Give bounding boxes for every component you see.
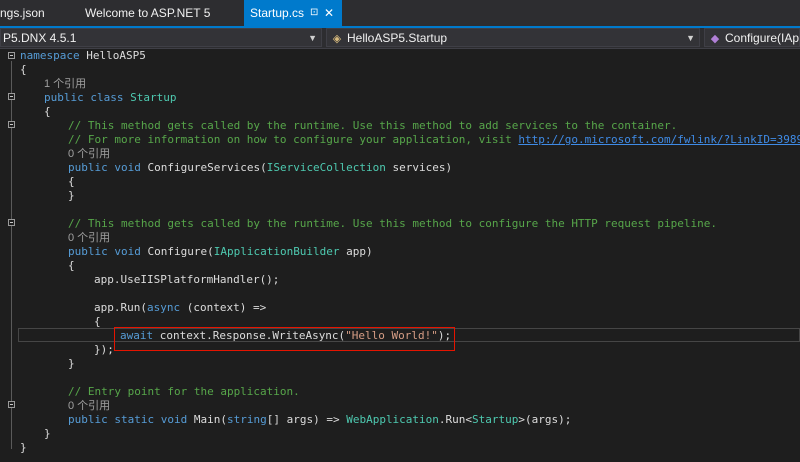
type-dropdown[interactable]: ◈ HelloASP5.Startup ▼: [326, 28, 700, 47]
brace: }: [68, 357, 75, 370]
parameter: services): [385, 161, 453, 174]
keyword: public void: [68, 161, 141, 174]
brace: }: [20, 441, 27, 454]
member-dropdown[interactable]: ◆ Configure(IAp: [704, 28, 800, 47]
collapse-icon[interactable]: [8, 219, 15, 226]
chevron-down-icon: ▼: [308, 33, 317, 43]
keyword: namespace: [20, 49, 80, 62]
code-line: }: [68, 189, 75, 203]
brace: }: [44, 427, 51, 440]
tab-startup-cs[interactable]: Startup.cs ⊡ ✕: [244, 0, 342, 26]
code-line: });: [94, 343, 114, 356]
keyword: public void: [68, 245, 141, 258]
tab-label: Welcome to ASP.NET 5: [85, 6, 211, 20]
parameter: [] args) =>: [266, 413, 347, 426]
collapse-icon[interactable]: [8, 401, 15, 408]
project-label: P5.DNX 4.5.1: [3, 31, 77, 45]
code-line: app.Run(async (context) =>: [94, 301, 266, 315]
keyword: async: [146, 301, 181, 314]
code-line: public void Configure(IApplicationBuilde…: [68, 245, 373, 259]
code-line: {: [68, 259, 75, 273]
code-line: }: [44, 427, 51, 441]
keyword: string: [226, 413, 267, 426]
method-name: Main(: [187, 413, 227, 426]
document-tab-strip: ngs.json Welcome to ASP.NET 5 Startup.cs…: [0, 0, 800, 28]
code-editor[interactable]: namespace HelloASP5 { 1 个引用 public class…: [0, 49, 800, 462]
highlight-annotation-box: [114, 327, 455, 351]
member-label: Configure(IAp: [725, 31, 800, 45]
brace: {: [44, 105, 51, 118]
reference-count[interactable]: 0 个引用: [68, 399, 110, 413]
keyword: public static void: [68, 413, 188, 426]
reference-count[interactable]: 1 个引用: [44, 77, 86, 91]
keyword: public class: [44, 91, 124, 104]
lambda-params: (context) =>: [180, 301, 267, 314]
code-comment: // Entry point for the application.: [68, 385, 300, 398]
tab-label: Startup.cs: [250, 6, 305, 20]
brace: {: [20, 63, 27, 76]
type-label: HelloASP5.Startup: [347, 31, 448, 45]
close-icon[interactable]: ✕: [324, 0, 334, 26]
brace: {: [68, 175, 75, 188]
code-line: {: [44, 105, 51, 119]
tab-welcome[interactable]: Welcome to ASP.NET 5: [75, 0, 237, 26]
namespace-name: HelloASP5: [79, 49, 146, 62]
code-line: app.UseIISPlatformHandler();: [94, 273, 280, 286]
code-line: }: [20, 441, 27, 455]
brace: }: [68, 189, 75, 202]
doc-link[interactable]: http://go.microsoft.com/fwlink/?LinkID=3…: [518, 133, 800, 146]
tab-label: ngs.json: [0, 6, 45, 20]
tab-settings-json[interactable]: ngs.json: [0, 0, 72, 26]
pin-icon[interactable]: ⊡: [310, 0, 318, 26]
type-name: IApplicationBuilder: [213, 245, 340, 258]
method-call: app.Run(: [94, 301, 147, 314]
code-comment: // This method gets called by the runtim…: [68, 217, 718, 230]
code-line: {: [68, 175, 75, 189]
reference-count[interactable]: 0 个引用: [68, 231, 110, 245]
code-line: public static void Main(string[] args) =…: [68, 413, 571, 427]
collapse-icon[interactable]: [8, 93, 15, 100]
comment: // For more information on how to config…: [68, 133, 519, 146]
collapse-icon[interactable]: [8, 121, 15, 128]
parameter: app): [339, 245, 373, 258]
type-name: Startup: [472, 413, 519, 426]
code-line: // For more information on how to config…: [68, 133, 800, 147]
code-line: namespace HelloASP5: [20, 49, 146, 63]
outline-line: [11, 102, 12, 439]
method-name: Configure(: [140, 245, 214, 258]
class-icon: ◈: [332, 33, 342, 45]
method-name: ConfigureServices(: [140, 161, 267, 174]
code-comment: // This method gets called by the runtim…: [68, 119, 678, 132]
brace: {: [68, 259, 75, 272]
navigation-bar: P5.DNX 4.5.1 ▼ ◈ HelloASP5.Startup ▼ ◆ Con…: [0, 28, 800, 49]
method-icon: ◆: [710, 33, 720, 45]
type-name: WebApplication: [346, 413, 439, 426]
code-line: public void ConfigureServices(IServiceCo…: [68, 161, 452, 175]
code-line: }: [68, 357, 75, 371]
reference-count[interactable]: 0 个引用: [68, 147, 110, 161]
project-dropdown[interactable]: P5.DNX 4.5.1 ▼: [0, 28, 322, 47]
chevron-down-icon: ▼: [686, 33, 695, 43]
method-call: .Run<: [438, 413, 473, 426]
code-line: {: [94, 315, 101, 329]
type-name: IServiceCollection: [266, 161, 386, 174]
code-line: public class Startup: [44, 91, 176, 105]
punctuation: >(args);: [518, 413, 572, 426]
collapse-icon[interactable]: [8, 52, 15, 59]
code-line: {: [20, 63, 27, 77]
type-name: Startup: [130, 91, 177, 104]
brace: {: [94, 315, 101, 328]
outline-gutter: [0, 49, 18, 462]
